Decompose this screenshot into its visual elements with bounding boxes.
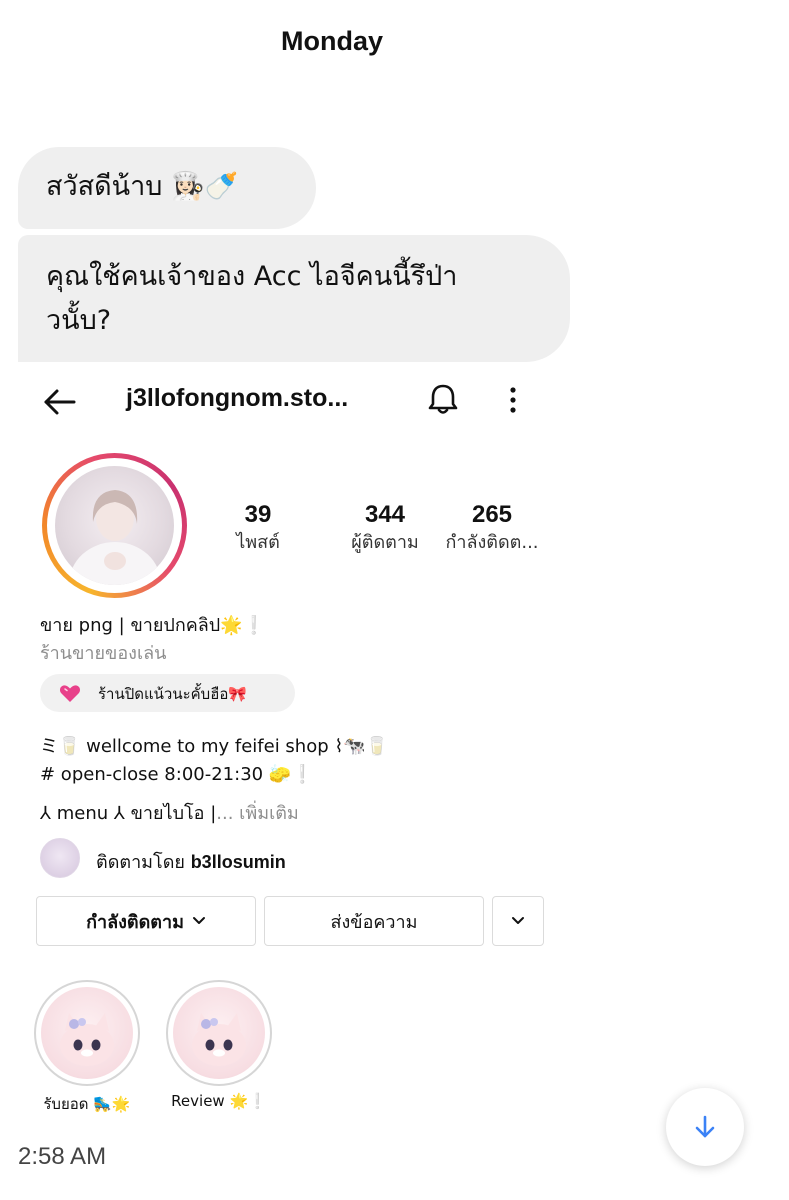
note-text: ร้านปิดแน้วนะคั้บฮือ🎀 [98,685,248,703]
stat-following-label: กำลังติดต... [445,532,539,553]
followed-by-row[interactable]: ติดตามโดย b3llosumin [40,838,440,878]
message-text-line-2: วนั้บ? [46,305,112,336]
arrow-left-icon [44,389,76,415]
message-bubble-question[interactable]: คุณใช้คนเจ้าของ Acc ไอจีคนนี้รึป่า วนั้บ… [18,235,570,362]
chevron-down-icon [192,917,205,924]
message-button-label: ส่งข้อความ [330,911,418,933]
following-button[interactable]: กำลังติดตาม [36,896,256,946]
message-text: สวัสดีน้าบ 👩🏻‍🍳🍼 [46,171,239,202]
profile-avatar [55,466,174,585]
message-text-line-1: คุณใช้คนเจ้าของ Acc ไอจีคนนี้รึป่า [46,261,458,292]
stat-posts[interactable]: 39 ไพสต์ [218,500,298,556]
highlight-label: รับยอด 🛼🌟 [43,1095,131,1113]
profile-username: j3llofongnom.sto... [126,384,349,412]
followed-by-prefix: ติดตามโดย [96,852,185,873]
bio-category: ร้านขายของเล่น [40,643,167,664]
bio-line-2: # open-close 8:00-21:30 🧽❕ [40,764,314,785]
suggested-users-button[interactable] [492,896,544,946]
cat-mascot-icon [41,987,133,1079]
bio-line-3-text: ⅄ menu ⅄ ขายไบโอ | [40,803,217,824]
stat-posts-value: 39 [244,501,272,528]
bio-line-3: ⅄ menu ⅄ ขายไบโอ |... เพิ่มเติม [40,798,299,827]
profile-avatar-ring [42,453,187,598]
bio-line-1: ミ🥛 wellcome to my feifei shop ⌇🐄🥛 [40,736,388,757]
profile-screenshot-image[interactable]: j3llofongnom.sto... 39 ไพสต์ 344 ผู้ติดต… [18,362,570,1124]
stat-followers-label: ผู้ติดตาม [351,532,419,553]
more-vertical-icon [510,387,516,413]
message-timestamp: 2:58 AM [18,1143,107,1170]
arrow-down-icon [695,1115,715,1138]
stat-followers-value: 344 [364,501,406,528]
profile-note[interactable]: ร้านปิดแน้วนะคั้บฮือ🎀 [40,674,295,712]
profile-topbar: j3llofongnom.sto... [18,362,570,438]
bell-icon [428,384,458,414]
stat-posts-label: ไพสต์ [236,532,280,553]
stat-following-value: 265 [471,501,513,528]
highlight-ring [34,980,140,1086]
heart-icon [59,685,81,702]
chevron-down-icon [512,917,524,924]
following-button-label: กำลังติดตาม [86,911,184,933]
highlight-ring [166,980,272,1086]
cat-mascot-icon [173,987,265,1079]
scroll-to-bottom-button[interactable] [666,1088,744,1166]
more-link[interactable]: ... เพิ่มเติม [216,803,298,824]
day-separator: Monday [280,26,383,56]
followed-by-user: b3llosumin [190,852,286,872]
stat-following[interactable]: 265 กำลังติดต... [432,500,552,556]
message-bubble-greeting[interactable]: สวัสดีน้าบ 👩🏻‍🍳🍼 [18,147,316,229]
bio-name: ขาย png | ขายปกคลิป🌟❕ [40,615,266,636]
follower-avatar [40,838,80,878]
followed-by-text: ติดตามโดย b3llosumin [96,847,286,876]
highlight-label: Review 🌟❕ [171,1092,267,1110]
message-button[interactable]: ส่งข้อความ [264,896,484,946]
stat-followers[interactable]: 344 ผู้ติดตาม [330,500,440,556]
